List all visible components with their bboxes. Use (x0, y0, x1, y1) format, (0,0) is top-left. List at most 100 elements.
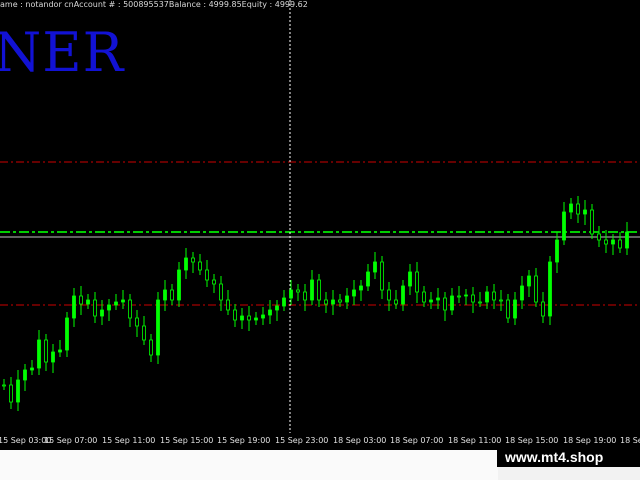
candle-body (457, 295, 461, 298)
x-tick: 18 Se (620, 436, 640, 445)
candle-body (72, 295, 76, 319)
candle-body (618, 239, 622, 249)
candle-body (191, 257, 195, 263)
candle-body (240, 315, 244, 321)
candle-body (513, 299, 517, 319)
candle-body (450, 295, 454, 311)
candle-body (107, 304, 111, 311)
candle-body (177, 269, 181, 301)
candle-body (541, 301, 545, 317)
candle-body (408, 271, 412, 287)
candle-body (331, 299, 335, 305)
candle-body (226, 299, 230, 311)
candle-body (16, 379, 20, 403)
candle-body (338, 299, 342, 303)
candle-body (219, 283, 223, 301)
candle-body (415, 271, 419, 293)
candle-body (464, 294, 468, 297)
x-tick: 18 Sep 19:00 (563, 436, 617, 445)
x-tick: 15 Sep 19:00 (217, 436, 271, 445)
candle-body (289, 289, 293, 299)
candle-body (261, 314, 265, 319)
candle-body (184, 257, 188, 271)
candle-body (44, 339, 48, 363)
candle-body (163, 289, 167, 301)
candle-body (198, 261, 202, 271)
candle-body (359, 285, 363, 291)
candle-body (303, 291, 307, 301)
candle-body (492, 291, 496, 301)
candle-body (324, 299, 328, 305)
candle-body (380, 261, 384, 291)
candle-body (170, 289, 174, 301)
candle-body (597, 233, 601, 241)
candle-body (128, 299, 132, 319)
candle-body (548, 261, 552, 317)
candle-body (611, 239, 615, 245)
candle-body (520, 285, 524, 301)
candle-body (366, 271, 370, 287)
x-tick: 18 Sep 15:00 (505, 436, 559, 445)
candle-body (604, 239, 608, 245)
candle-body (401, 285, 405, 305)
candle-body (79, 295, 83, 305)
candle-body (135, 317, 139, 327)
candle-body (478, 301, 482, 304)
candle-body (527, 275, 531, 287)
candle-body (93, 299, 97, 317)
candle-body (436, 297, 440, 301)
candle-body (23, 369, 27, 381)
candle-body (86, 299, 90, 305)
candle-body (254, 317, 258, 321)
scrollbar-track[interactable] (0, 450, 498, 480)
candle-body (590, 209, 594, 235)
candle-body (30, 367, 34, 371)
candle-body (485, 291, 489, 303)
candle-body (100, 309, 104, 317)
candle-body (443, 297, 447, 311)
x-tick: 15 Sep 07:00 (44, 436, 98, 445)
candles (2, 196, 629, 411)
candle-body (625, 231, 629, 249)
candle-body (562, 211, 566, 241)
candle-body (422, 291, 426, 303)
x-tick: 18 Sep 11:00 (448, 436, 502, 445)
candle-body (149, 339, 153, 356)
x-tick: 18 Sep 03:00 (333, 436, 387, 445)
x-tick: 15 Sep 11:00 (102, 436, 156, 445)
candle-body (142, 325, 146, 341)
candle-body (583, 209, 587, 215)
candle-body (352, 289, 356, 297)
candle-body (373, 261, 377, 273)
candle-body (9, 384, 13, 403)
candle-body (233, 309, 237, 321)
candle-body (310, 279, 314, 301)
candle-body (2, 384, 6, 387)
candle-body (317, 279, 321, 301)
candle-body (37, 339, 41, 369)
candle-body (121, 299, 125, 303)
candle-body (569, 203, 573, 213)
candle-body (212, 279, 216, 285)
candle-body (275, 305, 279, 311)
candle-body (471, 294, 475, 303)
candle-body (534, 275, 538, 303)
x-tick: 18 Sep 07:00 (390, 436, 444, 445)
candle-body (394, 299, 398, 305)
candle-body (429, 299, 433, 303)
candle-body (156, 299, 160, 356)
candle-body (387, 289, 391, 301)
candle-body (247, 315, 251, 321)
candle-body (65, 317, 69, 351)
overlay-title: NER (0, 21, 125, 84)
candle-body (499, 299, 503, 302)
candle-body (268, 309, 272, 316)
candle-body (296, 289, 300, 293)
candle-body (205, 269, 209, 281)
watermark-label: www.mt4.shop (497, 447, 640, 467)
candle-body (576, 203, 580, 215)
candle-body (345, 295, 349, 303)
candle-body (58, 349, 62, 353)
x-tick: 15 Sep 15:00 (160, 436, 214, 445)
candle-body (51, 351, 55, 363)
